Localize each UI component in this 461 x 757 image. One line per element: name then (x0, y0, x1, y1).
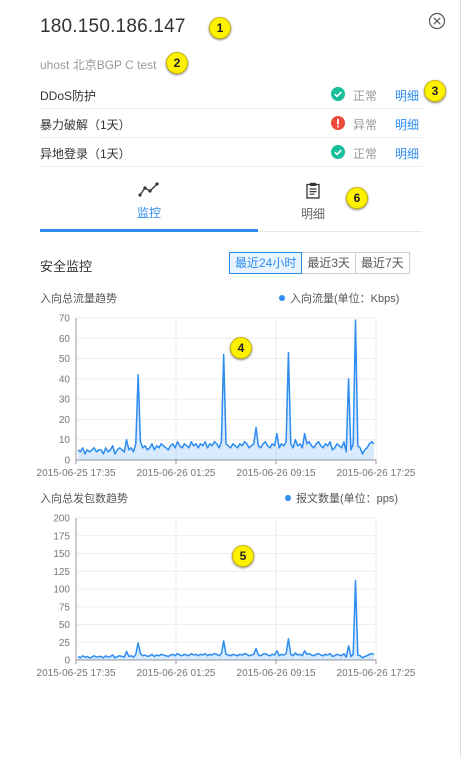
host-subtitle: uhost 北京BGP C test (40, 58, 157, 72)
y-tick-label: 30 (59, 395, 71, 406)
y-tick-label: 100 (53, 585, 70, 596)
legend-dot-icon (285, 495, 291, 501)
annotation-badge-3: 3 (424, 80, 446, 102)
detail-link-remote-login[interactable]: 明细 (395, 145, 419, 162)
check-circle-icon (331, 87, 345, 101)
x-tick-label: 2015-06-25 17:35 (37, 468, 116, 479)
y-tick-label: 40 (59, 374, 71, 385)
legend-dot-icon (279, 295, 285, 301)
range-24h-button[interactable]: 最近24小时 (229, 252, 303, 274)
host-detail-panel: 180.150.186.147 1 uhost 北京BGP C test 2 D… (0, 0, 461, 757)
x-tick-label: 2015-06-26 17:25 (337, 668, 416, 679)
x-tick-label: 2015-06-26 01:25 (137, 468, 216, 479)
security-status-list: DDoS防护 正常 明细 暴力破解（1天） 异常 明细 异地登录（1天） 正常 … (40, 80, 422, 167)
tab-detail[interactable]: 明细 (204, 178, 422, 232)
y-tick-label: 10 (59, 435, 71, 446)
y-tick-label: 125 (53, 567, 70, 578)
x-tick-label: 2015-06-26 01:25 (137, 668, 216, 679)
series-area (78, 580, 374, 660)
x-tick-label: 2015-06-25 17:35 (37, 668, 116, 679)
status-name: 暴力破解（1天） (40, 118, 131, 132)
annotation-badge-6: 6 (346, 187, 368, 209)
clipboard-icon (306, 182, 320, 199)
annotation-badge-1: 1 (209, 17, 231, 39)
status-text: 正常 (353, 147, 378, 161)
status-row-ddos: DDoS防护 正常 明细 (40, 80, 422, 109)
y-tick-label: 75 (59, 602, 71, 613)
series-line (77, 319, 375, 455)
host-ip-title: 180.150.186.147 (40, 16, 186, 37)
x-tick-label: 2015-06-26 17:25 (337, 468, 416, 479)
annotation-badge-2: 2 (166, 52, 188, 74)
y-tick-label: 150 (53, 549, 70, 560)
traffic-chart-legend: 入向流量(单位：Kbps) (279, 290, 399, 306)
y-tick-label: 0 (64, 656, 70, 667)
x-tick-label: 2015-06-26 09:15 (237, 468, 316, 479)
annotation-badge-5: 5 (232, 545, 254, 567)
packets-chart: 0 25 50 75 100 125 150 175 200 2015-06-25 17:35 20… (37, 514, 416, 680)
section-title: 安全监控 (40, 259, 93, 274)
y-tick-label: 70 (59, 314, 71, 325)
series-line (77, 579, 375, 659)
detail-link-bruteforce[interactable]: 明细 (395, 116, 419, 133)
y-tick-label: 60 (59, 334, 71, 345)
status-text: 正常 (353, 89, 378, 103)
annotation-badge-4: 4 (230, 337, 252, 359)
y-tick-label: 0 (64, 456, 70, 467)
traffic-chart-title: 入向总流量趋势 (40, 293, 117, 305)
time-range-selector: 最近24小时 最近3天 最近7天 (229, 252, 410, 274)
status-name: 异地登录（1天） (40, 147, 131, 161)
traffic-chart: 0 10 20 30 40 50 60 70 2015-06-25 17:35 2015-06-2… (37, 314, 416, 480)
detail-link-ddos[interactable]: 明细 (395, 87, 419, 104)
status-name: DDoS防护 (40, 89, 97, 103)
status-row-bruteforce: 暴力破解（1天） 异常 明细 (40, 109, 422, 138)
y-tick-label: 25 (59, 638, 71, 649)
y-tick-label: 50 (59, 354, 71, 365)
line-chart-icon (138, 182, 159, 197)
range-7d-button[interactable]: 最近7天 (355, 252, 410, 274)
legend-label: 报文数量(单位：pps) (296, 493, 399, 505)
check-circle-icon (331, 145, 345, 159)
packets-chart-legend: 报文数量(单位：pps) (285, 490, 398, 506)
y-tick-label: 50 (59, 620, 71, 631)
close-icon[interactable] (428, 12, 446, 30)
exclamation-circle-icon (331, 116, 345, 130)
status-row-remote-login: 异地登录（1天） 正常 明细 (40, 138, 422, 167)
legend-label: 入向流量(单位：Kbps) (290, 293, 400, 305)
y-tick-label: 20 (59, 415, 71, 426)
y-tick-label: 200 (53, 514, 70, 525)
x-tick-label: 2015-06-26 09:15 (237, 668, 316, 679)
y-tick-label: 175 (53, 531, 70, 542)
status-text: 异常 (353, 118, 378, 132)
tab-label: 明细 (300, 207, 325, 221)
packets-chart-title: 入向总发包数趋势 (40, 493, 128, 505)
range-3d-button[interactable]: 最近3天 (301, 252, 357, 274)
